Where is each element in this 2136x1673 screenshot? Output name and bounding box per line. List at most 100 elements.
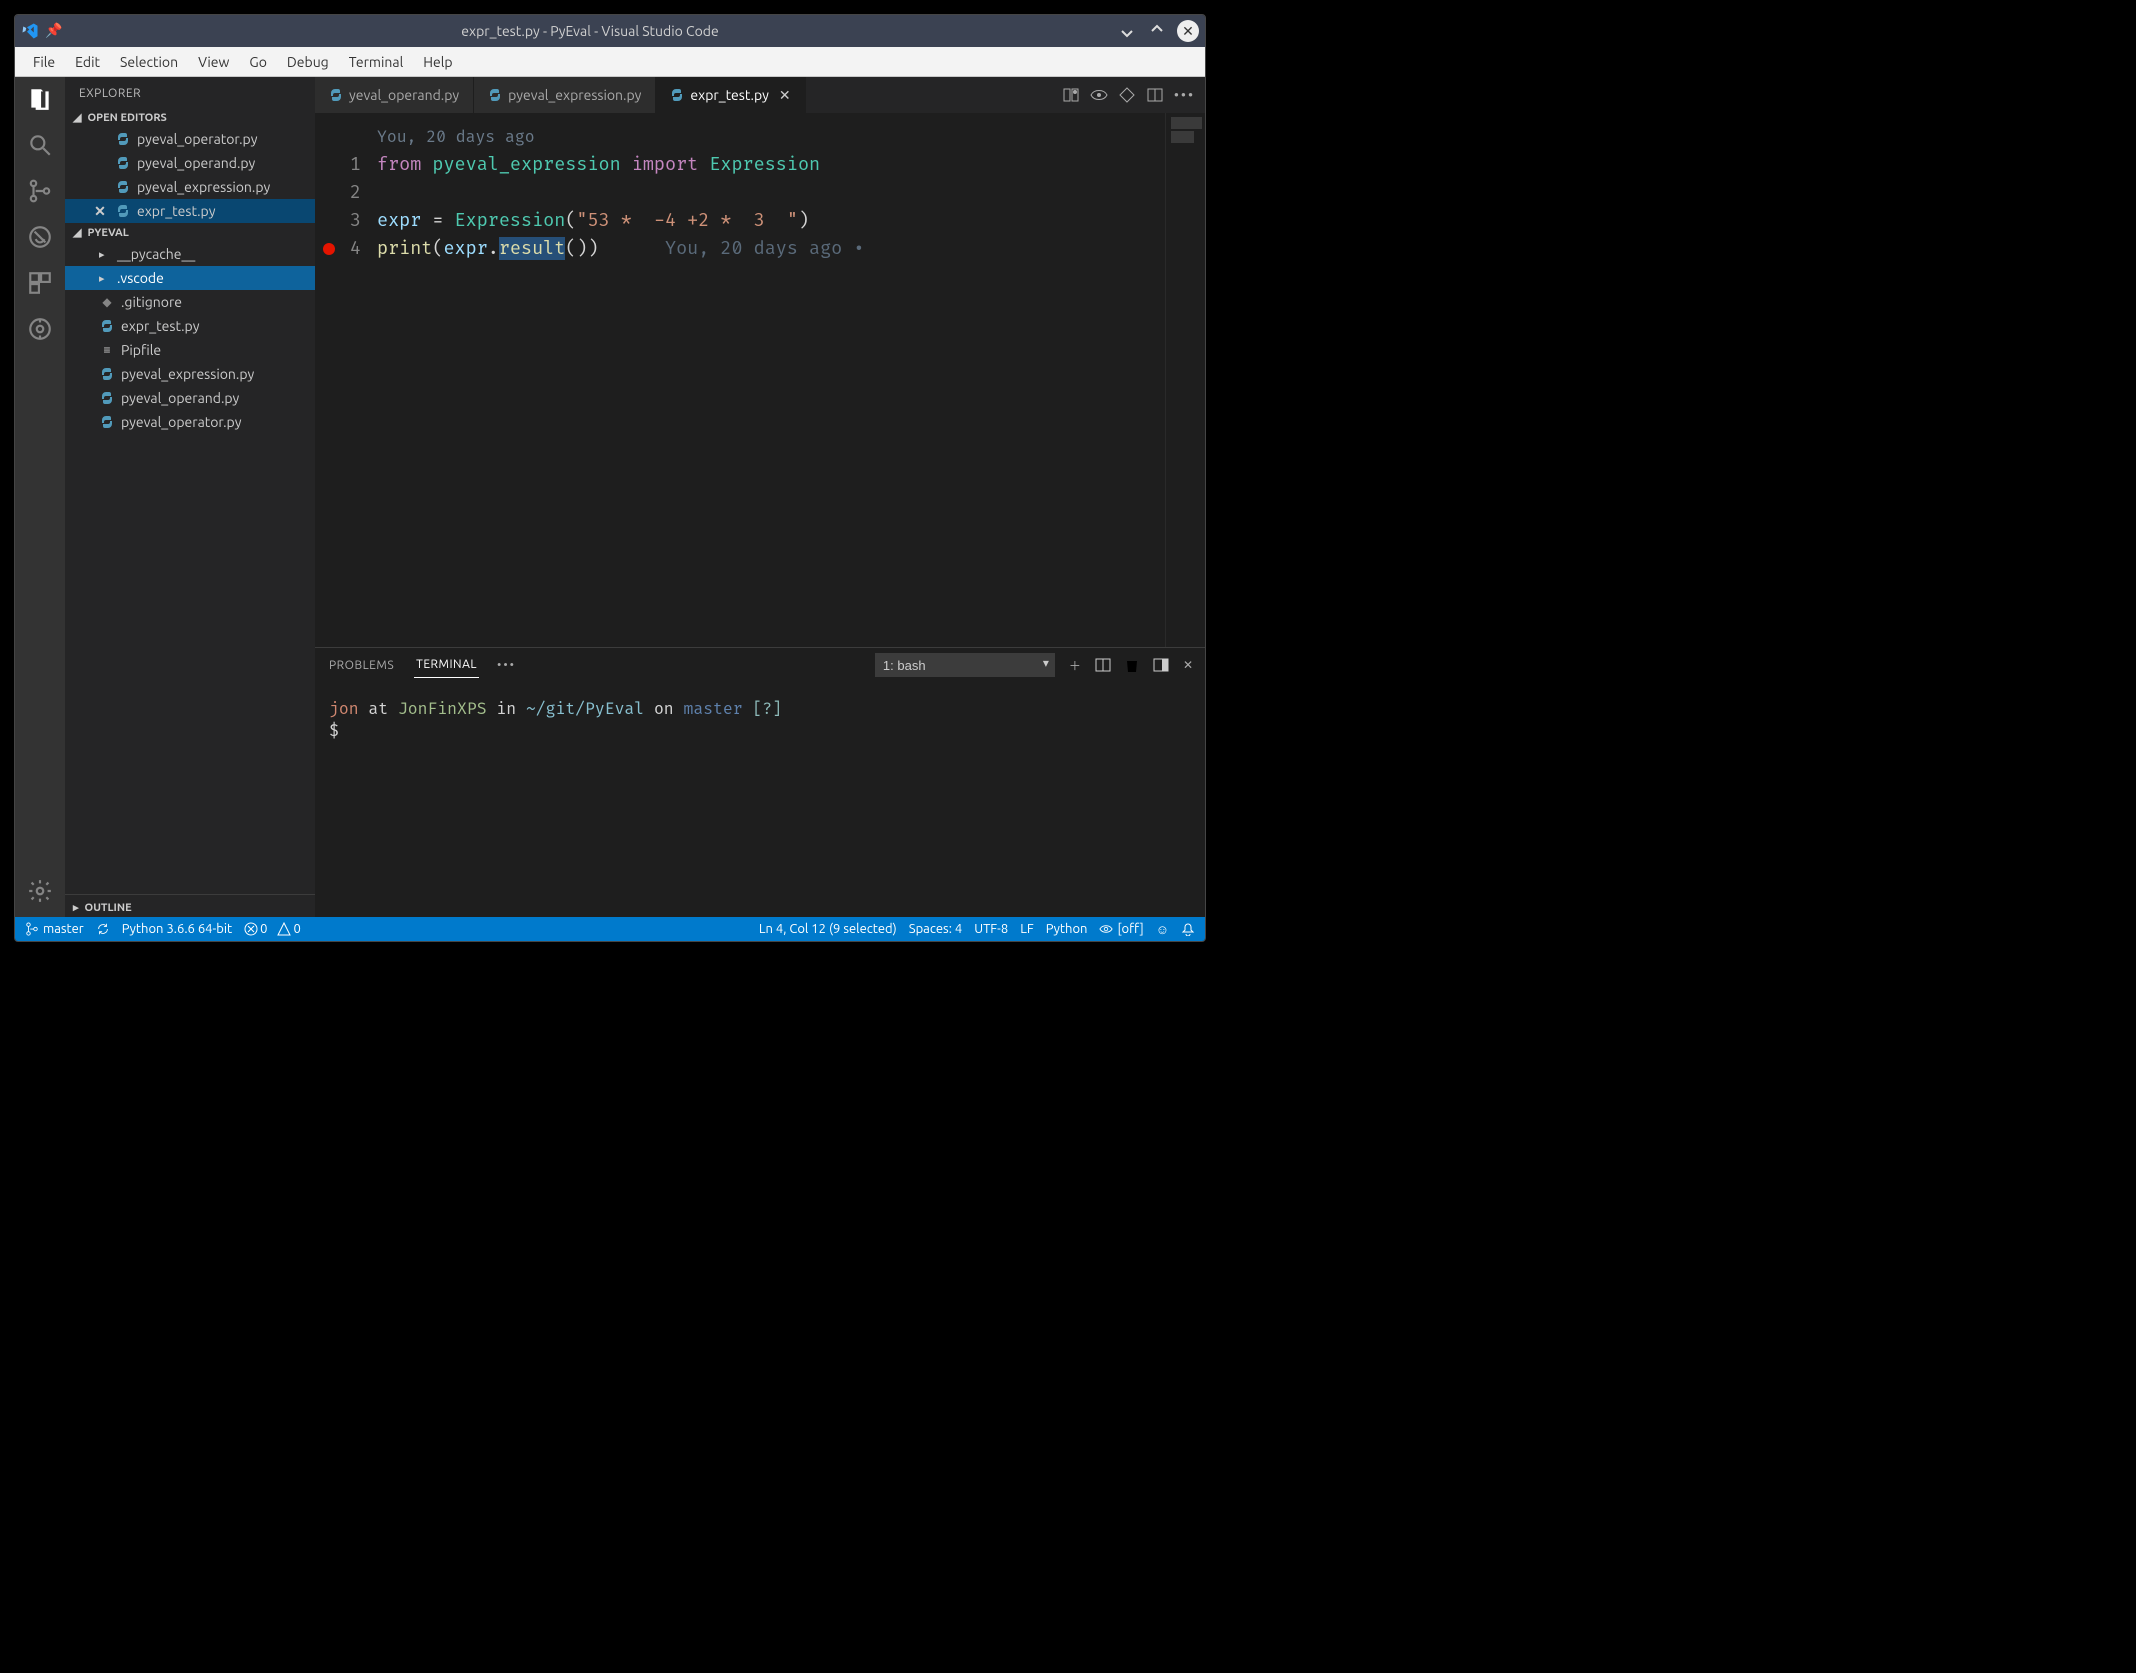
search-icon[interactable]	[26, 131, 54, 159]
gitlens-icon[interactable]	[26, 315, 54, 343]
chevron-down-icon: ◢	[73, 226, 81, 239]
chevron-right-icon: ▸	[99, 248, 111, 261]
window-title: expr_test.py - PyEval - Visual Studio Co…	[69, 23, 1111, 39]
revision-nav-icon[interactable]	[1118, 86, 1136, 104]
menu-help[interactable]: Help	[413, 50, 462, 74]
status-sync-icon[interactable]	[96, 922, 110, 936]
menu-debug[interactable]: Debug	[277, 50, 339, 74]
file-item[interactable]: ◆.gitignore	[65, 290, 315, 314]
menu-go[interactable]: Go	[239, 50, 276, 74]
menu-file[interactable]: File	[23, 50, 65, 74]
folder-item[interactable]: ▸__pycache__	[65, 242, 315, 266]
close-tab-icon[interactable]: ✕	[779, 87, 791, 104]
status-spaces[interactable]: Spaces: 4	[909, 922, 962, 936]
tab-bar: yeval_operand.pypyeval_expression.pyexpr…	[315, 77, 1205, 113]
file-item[interactable]: ≡Pipfile	[65, 338, 315, 362]
file-item[interactable]: pyeval_expression.py	[65, 362, 315, 386]
open-editor-item[interactable]: pyeval_expression.py	[65, 175, 315, 199]
editor-tab[interactable]: pyeval_expression.py	[474, 77, 656, 113]
status-bell-icon[interactable]	[1181, 922, 1195, 936]
python-file-icon	[115, 179, 131, 195]
status-cursor[interactable]: Ln 4, Col 12 (9 selected)	[759, 922, 897, 936]
status-python[interactable]: Python 3.6.6 64-bit	[122, 922, 232, 936]
maximize-button[interactable]	[1147, 21, 1167, 41]
explorer-icon[interactable]	[26, 85, 54, 113]
diff-icon[interactable]	[1062, 86, 1080, 104]
split-editor-icon[interactable]	[1146, 86, 1164, 104]
python-file-icon	[329, 88, 343, 102]
explorer-title: EXPLORER	[65, 77, 315, 108]
extensions-icon[interactable]	[26, 269, 54, 297]
status-eol[interactable]: LF	[1020, 922, 1033, 936]
open-editor-item[interactable]: pyeval_operand.py	[65, 151, 315, 175]
git-file-icon: ◆	[99, 294, 115, 310]
file-item[interactable]: pyeval_operator.py	[65, 410, 315, 434]
menu-view[interactable]: View	[188, 50, 239, 74]
close-editor-icon[interactable]: ✕	[93, 203, 107, 220]
close-button[interactable]: ✕	[1177, 20, 1199, 42]
terminal-body[interactable]: jon at JonFinXPS in ~/git/PyEval on mast…	[315, 682, 1205, 917]
status-encoding[interactable]: UTF-8	[974, 922, 1008, 936]
settings-icon[interactable]	[26, 877, 54, 905]
status-branch[interactable]: master	[25, 922, 84, 936]
kill-terminal-icon[interactable]: ︿	[1125, 657, 1139, 673]
new-terminal-icon[interactable]: ＋	[1069, 657, 1081, 674]
file-item[interactable]: expr_test.py	[65, 314, 315, 338]
more-icon[interactable]: •••	[1174, 87, 1195, 103]
panel-close-icon[interactable]: ✕	[1183, 658, 1193, 672]
chevron-right-icon: ▸	[99, 272, 111, 285]
python-file-icon	[99, 390, 115, 406]
python-file-icon	[488, 88, 502, 102]
terminal-selector[interactable]	[875, 653, 1055, 677]
python-file-icon	[670, 88, 684, 102]
menu-terminal[interactable]: Terminal	[339, 50, 414, 74]
menubar: FileEditSelectionViewGoDebugTerminalHelp	[15, 47, 1205, 77]
code-line[interactable]: from pyeval_expression import Expression	[377, 151, 864, 179]
status-feedback-icon[interactable]: ☺	[1156, 922, 1169, 937]
blame-annotation: You, 20 days ago •	[599, 237, 865, 260]
editor-tab[interactable]: yeval_operand.py	[315, 77, 474, 113]
open-editor-item[interactable]: ✕expr_test.py	[65, 199, 315, 223]
term-host: JonFinXPS	[398, 699, 487, 719]
source-control-icon[interactable]	[26, 177, 54, 205]
menu-selection[interactable]: Selection	[110, 50, 188, 74]
minimize-button[interactable]	[1117, 21, 1137, 41]
open-editors-header[interactable]: ◢ OPEN EDITORS	[65, 108, 315, 127]
codelens-annotation[interactable]: You, 20 days ago	[377, 123, 864, 151]
gitlens-toggle-icon[interactable]	[1090, 86, 1108, 104]
debug-icon[interactable]	[26, 223, 54, 251]
open-editor-item[interactable]: pyeval_operator.py	[65, 127, 315, 151]
pipfile-icon: ≡	[99, 342, 115, 358]
pin-icon[interactable]: 📌	[45, 22, 63, 40]
code-area[interactable]: 1234 You, 20 days agofrom pyeval_express…	[315, 113, 1205, 647]
panel-tab-problems[interactable]: PROBLEMS	[327, 653, 396, 678]
chevron-right-icon: ▸	[73, 901, 79, 914]
python-file-icon	[115, 155, 131, 171]
panel: PROBLEMS TERMINAL ••• ＋ ︿ ✕	[315, 647, 1205, 917]
status-problems[interactable]: 0 0	[244, 922, 301, 936]
status-language[interactable]: Python	[1046, 922, 1088, 936]
file-item[interactable]: pyeval_operand.py	[65, 386, 315, 410]
activity-bar	[15, 77, 65, 917]
code-line[interactable]	[377, 179, 864, 207]
outline-header[interactable]: ▸ OUTLINE	[65, 894, 315, 917]
code-line[interactable]: print(expr.result()) You, 20 days ago •	[377, 235, 864, 263]
editor-tab[interactable]: expr_test.py✕	[656, 77, 805, 113]
chevron-down-icon: ◢	[73, 111, 81, 124]
folder-item[interactable]: ▸.vscode	[65, 266, 315, 290]
term-path: ~/git/PyEval	[526, 699, 644, 719]
project-header[interactable]: ◢ PYEVAL	[65, 223, 315, 242]
panel-tab-terminal[interactable]: TERMINAL	[414, 652, 479, 678]
term-prompt: $	[329, 721, 339, 741]
titlebar: 📌 expr_test.py - PyEval - Visual Studio …	[15, 15, 1205, 47]
panel-overflow-icon[interactable]: •••	[497, 659, 516, 672]
minimap[interactable]	[1165, 113, 1205, 647]
python-file-icon	[99, 366, 115, 382]
code-line[interactable]: expr = Expression("53 * -4 +2 * 3 ")	[377, 207, 864, 235]
python-file-icon	[99, 414, 115, 430]
panel-move-icon[interactable]	[1153, 657, 1169, 673]
split-terminal-icon[interactable]	[1095, 657, 1111, 673]
menu-edit[interactable]: Edit	[65, 50, 110, 74]
python-file-icon	[115, 203, 131, 219]
status-off[interactable]: [off]	[1099, 922, 1143, 936]
